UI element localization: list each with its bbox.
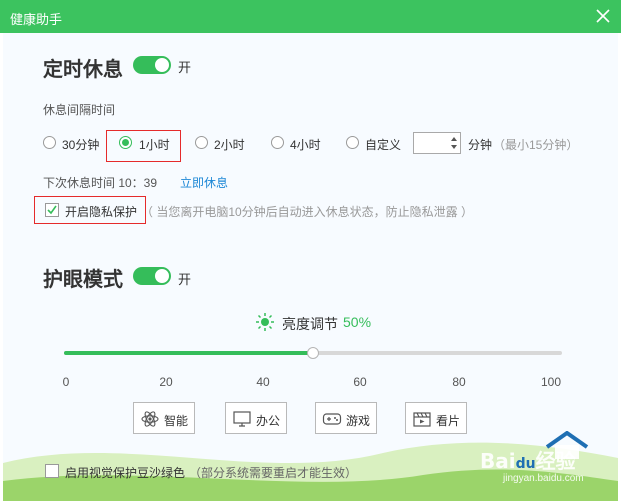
bean-green-checkbox[interactable] bbox=[45, 464, 59, 478]
brightness-slider-thumb[interactable] bbox=[307, 347, 319, 359]
radio-4hour[interactable] bbox=[271, 136, 284, 149]
sun-icon bbox=[256, 313, 274, 331]
mode-movie-button[interactable]: 看片 bbox=[405, 402, 467, 434]
radio-1hour[interactable] bbox=[119, 136, 132, 149]
eye-mode-toggle-state: 开 bbox=[178, 272, 192, 287]
privacy-label[interactable]: 开启隐私保护 bbox=[65, 203, 137, 220]
mode-movie-label: 看片 bbox=[436, 414, 461, 428]
atom-icon bbox=[141, 411, 159, 427]
toggle-knob bbox=[154, 57, 170, 73]
timed-rest-toggle-state: 开 bbox=[178, 60, 192, 75]
radio-dot bbox=[122, 139, 129, 146]
timed-rest-title: 定时休息 bbox=[43, 59, 123, 81]
radio-4hour-label[interactable]: 4小时 bbox=[290, 136, 321, 153]
eye-mode-toggle[interactable] bbox=[133, 267, 171, 285]
monitor-icon bbox=[233, 411, 251, 427]
slider-tick: 40 bbox=[256, 375, 270, 389]
slider-tick: 60 bbox=[353, 375, 367, 389]
slider-tick: 20 bbox=[159, 375, 173, 389]
radio-2hour[interactable] bbox=[195, 136, 208, 149]
rest-interval-label: 休息间隔时间 bbox=[43, 103, 116, 117]
watermark-brand-text: Bai bbox=[480, 449, 516, 473]
slider-tick: 100 bbox=[540, 375, 562, 389]
custom-minutes-hint: （最小15分钟） bbox=[493, 138, 579, 152]
watermark-brand: Baidu经验 bbox=[480, 449, 576, 473]
checkmark-icon bbox=[47, 205, 57, 215]
bean-green-hint: （部分系统需要重启才能生效） bbox=[189, 466, 358, 480]
bean-green-label[interactable]: 启用视觉保护豆沙绿色 bbox=[65, 464, 185, 481]
toggle-knob bbox=[154, 268, 170, 284]
custom-minutes-unit: 分钟 bbox=[468, 138, 493, 152]
mode-game-label: 游戏 bbox=[346, 414, 371, 428]
watermark-url: jingyan.baidu.com bbox=[503, 473, 584, 484]
radio-1hour-label[interactable]: 1小时 bbox=[139, 136, 170, 153]
brightness-value: 50% bbox=[343, 314, 372, 330]
radio-2hour-label[interactable]: 2小时 bbox=[214, 136, 245, 153]
mode-office-button[interactable]: 办公 bbox=[225, 402, 287, 434]
main-panel: 定时休息 开 休息间隔时间 30分钟 1小时 2小时 4小时 自定义 分钟 （最… bbox=[3, 33, 618, 501]
slider-tick: 80 bbox=[452, 375, 466, 389]
mode-office-label: 办公 bbox=[256, 414, 281, 428]
mode-game-button[interactable]: 游戏 bbox=[315, 402, 377, 434]
gamepad-icon bbox=[322, 413, 342, 425]
radio-30min-label[interactable]: 30分钟 bbox=[62, 136, 99, 153]
brightness-slider-fill bbox=[64, 351, 313, 355]
radio-30min[interactable] bbox=[43, 136, 56, 149]
radio-custom-label[interactable]: 自定义 bbox=[365, 136, 401, 153]
next-rest-time: 下次休息时间 10：39 bbox=[43, 176, 158, 190]
rest-now-link[interactable]: 立即休息 bbox=[180, 174, 228, 191]
eye-mode-title: 护眼模式 bbox=[43, 269, 123, 291]
watermark-brand-suffix: 经验 bbox=[535, 449, 576, 473]
brightness-label: 亮度调节 bbox=[282, 316, 338, 332]
privacy-checkbox[interactable] bbox=[45, 203, 59, 217]
radio-custom[interactable] bbox=[346, 136, 359, 149]
mode-smart-button[interactable]: 智能 bbox=[133, 402, 195, 434]
custom-minutes-stepper[interactable] bbox=[413, 132, 461, 154]
timed-rest-toggle[interactable] bbox=[133, 56, 171, 74]
title-bar: 健康助手 bbox=[0, 0, 621, 33]
window-title: 健康助手 bbox=[10, 12, 63, 27]
privacy-hint: （ 当您离开电脑10分钟后自动进入休息状态，防止隐私泄露 ） bbox=[141, 205, 474, 219]
slider-tick: 0 bbox=[62, 375, 70, 389]
mode-smart-label: 智能 bbox=[164, 414, 189, 428]
stepper-arrows-icon[interactable] bbox=[450, 136, 458, 150]
film-icon bbox=[413, 412, 431, 427]
close-icon[interactable] bbox=[591, 4, 615, 28]
